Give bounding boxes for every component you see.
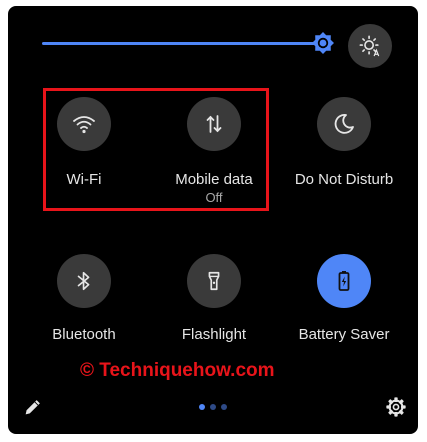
bluetooth-icon xyxy=(77,271,90,291)
battery-saver-tile-label: Battery Saver xyxy=(298,326,390,343)
page-indicator xyxy=(199,404,227,410)
battery-saver-tile-button[interactable] xyxy=(317,254,371,308)
gear-icon xyxy=(386,397,406,417)
auto-brightness-button[interactable] xyxy=(348,24,392,68)
page-dot-1 xyxy=(199,404,205,410)
settings-button[interactable] xyxy=(385,396,407,418)
dnd-tile-label: Do Not Disturb xyxy=(294,171,394,188)
dnd-tile-button[interactable] xyxy=(317,97,371,151)
watermark-text: © Techniquehow.com xyxy=(80,360,275,381)
flashlight-tile-label: Flashlight xyxy=(181,326,247,343)
flashlight-icon xyxy=(208,271,220,291)
bluetooth-tile-button[interactable] xyxy=(57,254,111,308)
moon-icon xyxy=(334,114,354,134)
flashlight-tile-button[interactable] xyxy=(187,254,241,308)
brightness-slider[interactable] xyxy=(42,42,324,45)
edit-button[interactable] xyxy=(22,396,44,418)
brightness-thumb[interactable] xyxy=(311,31,335,55)
auto-brightness-icon xyxy=(359,35,380,57)
bluetooth-tile-label: Bluetooth xyxy=(52,326,116,343)
battery-saver-icon xyxy=(338,271,350,291)
sun-icon xyxy=(312,32,334,54)
pencil-icon xyxy=(25,400,40,415)
page-dot-2 xyxy=(210,404,216,410)
page-dot-3 xyxy=(221,404,227,410)
highlight-box xyxy=(43,88,269,211)
